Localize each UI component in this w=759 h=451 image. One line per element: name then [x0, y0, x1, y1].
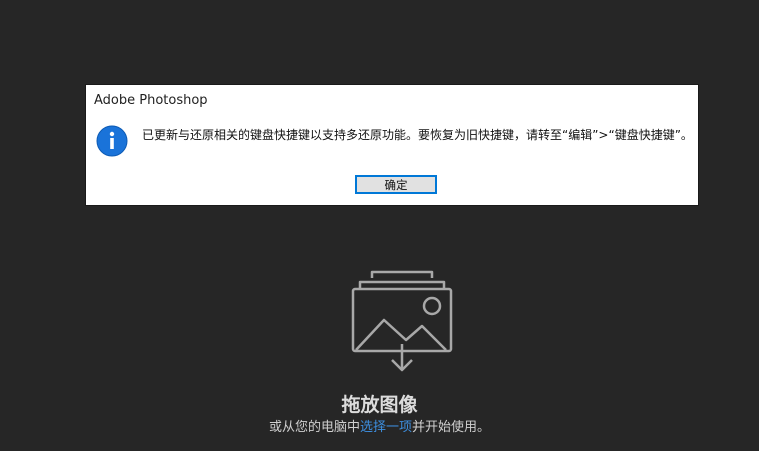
select-file-link[interactable]: 选择一项: [360, 420, 412, 435]
info-icon: [96, 125, 128, 157]
dialog-message: 已更新与还原相关的键盘快捷键以支持多还原功能。要恢复为旧快捷键，请转至“编辑”>…: [142, 128, 693, 142]
image-drop-icon: [351, 270, 453, 372]
alert-dialog: Adobe Photoshop 已更新与还原相关的键盘快捷键以支持多还原功能。要…: [86, 85, 698, 205]
drop-subtitle: 或从您的电脑中选择一项并开始使用。: [0, 416, 759, 435]
drop-title: 拖放图像: [341, 394, 418, 416]
drop-subtitle-suffix: 并开始使用。: [412, 420, 491, 435]
dialog-title: Adobe Photoshop: [94, 93, 208, 108]
drop-subtitle-prefix: 或从您的电脑中: [268, 420, 360, 435]
workspace-canvas: Adobe Photoshop 已更新与还原相关的键盘快捷键以支持多还原功能。要…: [0, 0, 759, 451]
ok-button[interactable]: 确定: [355, 175, 437, 194]
